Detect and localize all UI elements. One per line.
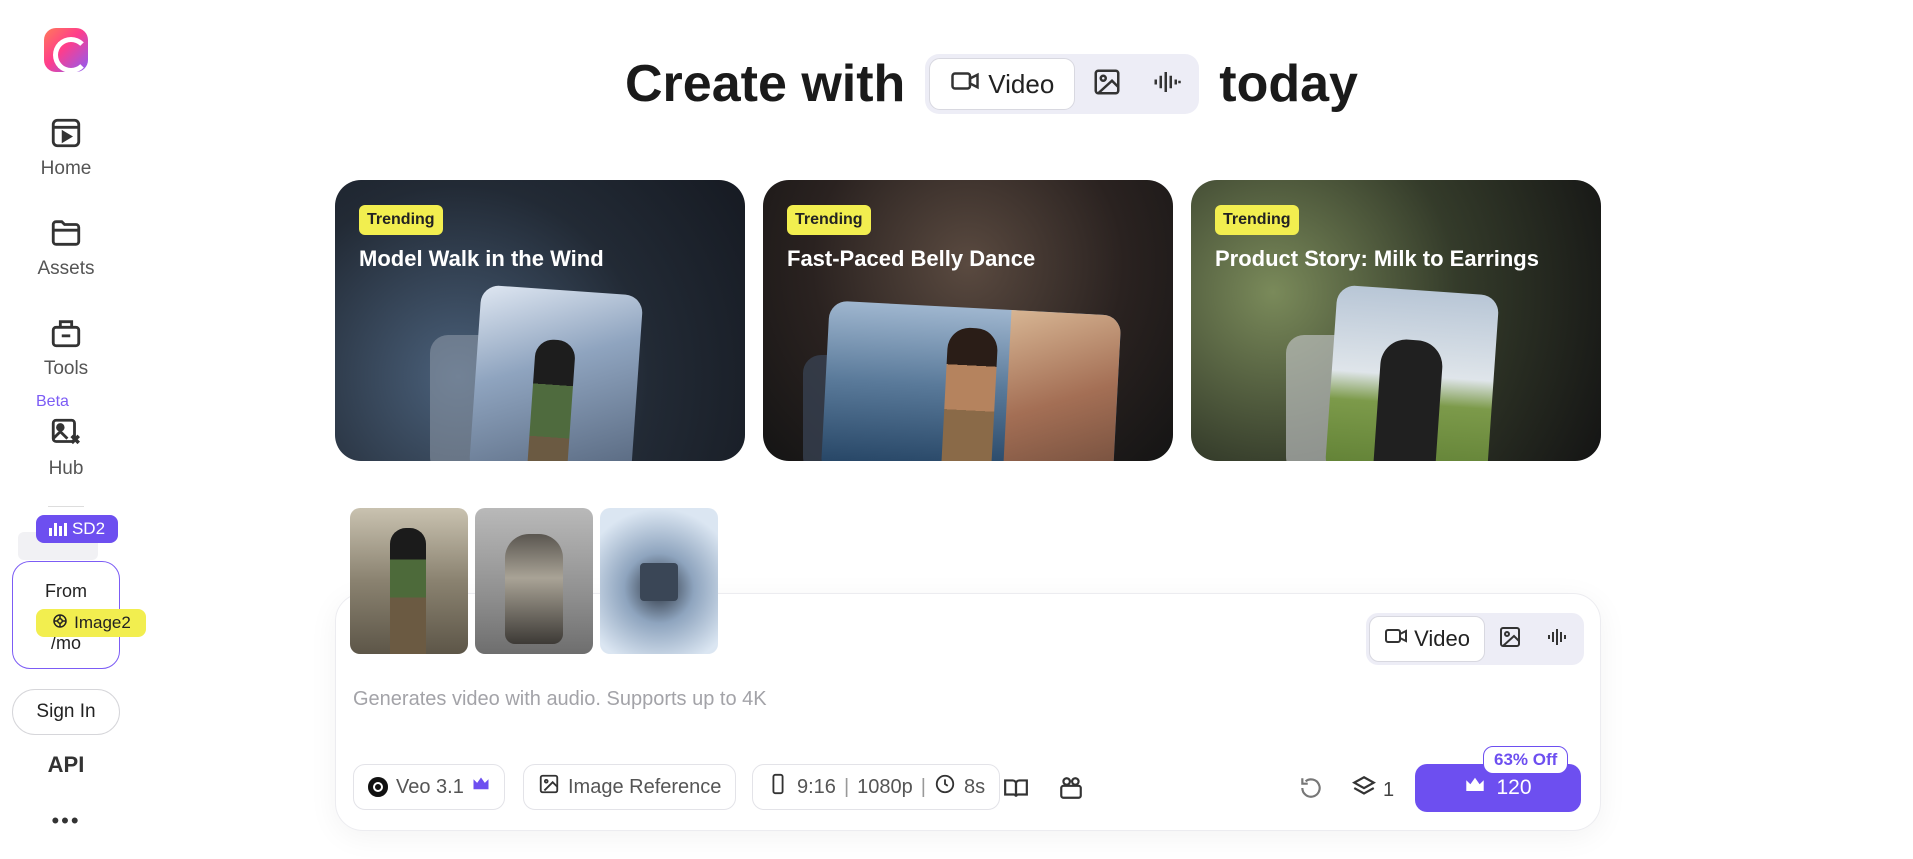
video-settings-button[interactable]: 9:16 | 1080p | 8s — [752, 764, 1001, 810]
image-reference-button[interactable]: Image Reference — [523, 764, 737, 810]
camera-movie-icon[interactable] — [1058, 775, 1084, 801]
hub-icon — [49, 416, 83, 450]
card-thumbnail — [820, 300, 1122, 461]
image2-badge-label: Image2 — [74, 613, 131, 632]
hero-suffix: today — [1219, 55, 1358, 113]
reference-image[interactable] — [600, 508, 718, 654]
sidebar-item-assets[interactable]: Assets — [20, 216, 112, 280]
model-name: Veo 3.1 — [396, 775, 464, 798]
credits-value: 120 — [1496, 776, 1532, 799]
trending-badge: Trending — [1215, 205, 1299, 235]
sidebar-item-label: Tools — [43, 358, 89, 379]
crown-icon — [1464, 774, 1486, 802]
sd2-badge[interactable]: SD2 — [36, 515, 118, 543]
more-icon[interactable]: ••• — [0, 808, 132, 834]
audio-wave-icon — [1546, 625, 1570, 654]
image-icon — [1092, 67, 1122, 102]
tools-icon — [49, 316, 83, 350]
dancer-figure — [940, 326, 999, 461]
card-title: Fast-Paced Belly Dance — [787, 246, 1036, 271]
prompt-mode-video-label: Video — [1414, 626, 1470, 651]
prompt-mode-image-tab[interactable] — [1487, 616, 1533, 662]
trending-card[interactable]: Trending Model Walk in the Wind — [335, 180, 745, 461]
image-reference-icon — [538, 773, 560, 801]
aspect-ratio-value: 9:16 — [797, 775, 836, 798]
clock-icon — [934, 773, 956, 801]
person-figure — [1371, 337, 1445, 461]
tunnel-fan — [640, 563, 678, 601]
card-thumbnail — [468, 284, 644, 461]
image-icon — [1498, 625, 1522, 654]
image-reference-label: Image Reference — [568, 775, 722, 798]
wolf-figure — [505, 534, 563, 644]
hero-prefix: Create with — [625, 55, 906, 113]
resolution-value: 1080p — [857, 775, 913, 798]
mode-image-tab[interactable] — [1079, 58, 1135, 110]
separator: | — [920, 775, 926, 798]
mode-video-tab[interactable]: Video — [929, 58, 1076, 110]
image2-badge[interactable]: Image2 — [36, 609, 146, 637]
bar-chart-icon — [48, 522, 67, 536]
phone-portrait-icon — [767, 773, 789, 801]
sidebar-item-label: Home — [40, 158, 92, 179]
home-icon — [49, 116, 83, 150]
reference-image[interactable] — [350, 508, 468, 654]
model-figure — [525, 338, 577, 461]
sidebar-item-home[interactable]: Home — [20, 116, 112, 180]
mode-video-label: Video — [988, 68, 1055, 99]
prompt-mode-switch: Video — [1366, 613, 1584, 665]
trending-card[interactable]: Trending Fast-Paced Belly Dance — [763, 180, 1173, 461]
prompt-mode-video-tab[interactable]: Video — [1369, 616, 1485, 662]
card-title: Model Walk in the Wind — [359, 246, 604, 271]
crown-icon — [472, 775, 490, 799]
model-selector[interactable]: Veo 3.1 — [353, 764, 505, 810]
folder-icon — [49, 216, 83, 250]
model-figure — [390, 528, 426, 654]
sidebar: Home Assets Tools Beta Hub SD2 From $9.9… — [0, 0, 146, 859]
prompt-input[interactable]: Generates video with audio. Supports up … — [353, 688, 767, 711]
hero-heading: Create with Video today — [0, 52, 1913, 116]
sidebar-item-tools[interactable]: Tools — [20, 316, 112, 380]
audio-wave-icon — [1152, 67, 1182, 102]
sidebar-item-hub[interactable]: Hub — [20, 416, 112, 480]
sign-in-button[interactable]: Sign In — [12, 689, 120, 735]
trending-badge: Trending — [359, 205, 443, 235]
mode-audio-tab[interactable] — [1139, 58, 1195, 110]
sidebar-item-label: Hub — [48, 458, 84, 479]
sidebar-item-label: Assets — [37, 258, 95, 279]
sd2-badge-label: SD2 — [71, 519, 106, 538]
prompt-mode-audio-tab[interactable] — [1535, 616, 1581, 662]
layers-icon — [1351, 774, 1377, 806]
trending-card[interactable]: Trending Product Story: Milk to Earrings — [1191, 180, 1601, 461]
card-thumbnail — [1324, 284, 1500, 461]
cliff-village — [1002, 310, 1122, 461]
card-title: Product Story: Milk to Earrings — [1215, 246, 1539, 271]
separator: | — [843, 775, 850, 798]
reference-image[interactable] — [475, 508, 593, 654]
beta-label: Beta — [36, 393, 69, 410]
sidebar-divider — [48, 506, 84, 507]
video-camera-icon — [950, 66, 980, 103]
api-link[interactable]: API — [0, 752, 132, 778]
trending-badge: Trending — [787, 205, 871, 235]
output-count-value: 1 — [1383, 778, 1395, 801]
openai-icon — [51, 612, 69, 635]
output-count[interactable]: 1 — [1351, 774, 1394, 806]
duration-value: 8s — [963, 775, 986, 798]
book-icon[interactable] — [1003, 775, 1029, 801]
promo-line-from: From — [45, 581, 87, 601]
veo-logo-icon — [368, 777, 388, 797]
mode-switch: Video — [925, 54, 1200, 114]
discount-badge: 63% Off — [1483, 746, 1569, 774]
reset-icon[interactable] — [1298, 775, 1324, 801]
video-camera-icon — [1384, 624, 1408, 654]
